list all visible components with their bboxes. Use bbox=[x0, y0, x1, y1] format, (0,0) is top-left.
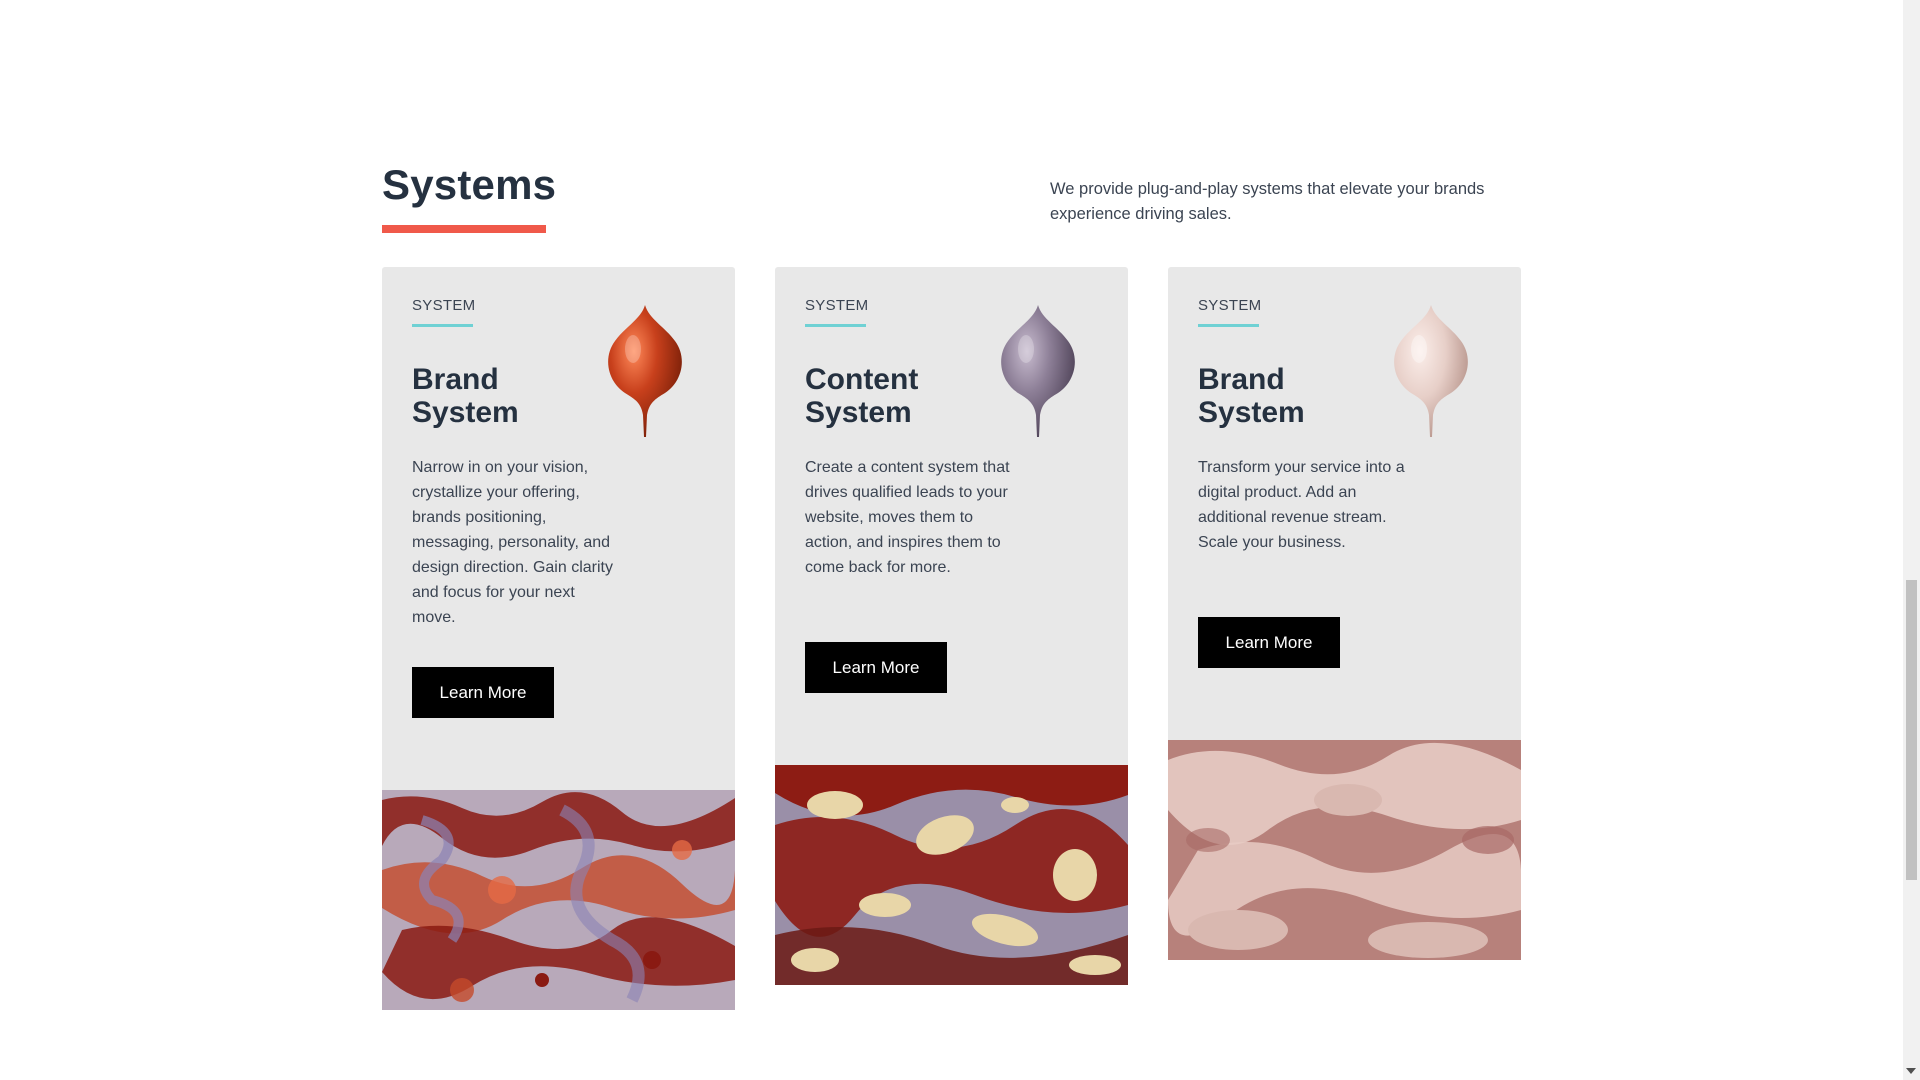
page-scrollbar[interactable] bbox=[1903, 0, 1920, 1080]
card-image bbox=[775, 765, 1128, 985]
system-card-brand: SYSTEM Brand System Narrow in on your vi… bbox=[382, 267, 735, 1010]
drop-icon bbox=[1001, 305, 1075, 437]
learn-more-button[interactable]: Learn More bbox=[1198, 617, 1340, 668]
eyebrow-underline bbox=[412, 324, 473, 327]
scrollbar-thumb[interactable] bbox=[1906, 580, 1917, 880]
eyebrow-underline bbox=[805, 324, 866, 327]
eyebrow-underline bbox=[1198, 324, 1259, 327]
card-description: Narrow in on your vision, crystallize yo… bbox=[412, 459, 613, 626]
title-underline bbox=[382, 225, 546, 233]
drop-icon bbox=[1394, 305, 1468, 437]
page: Systems We provide plug-and-play systems… bbox=[0, 0, 1920, 1080]
card-eyebrow: SYSTEM bbox=[1198, 297, 1262, 314]
card-image bbox=[1168, 740, 1521, 960]
card-description: Create a content system that drives qual… bbox=[805, 459, 1010, 576]
card-title: Brand System bbox=[412, 363, 519, 429]
card-image bbox=[382, 790, 735, 1010]
learn-more-button[interactable]: Learn More bbox=[805, 642, 947, 693]
system-card-brand-2: SYSTEM Brand System Transform your servi… bbox=[1168, 267, 1521, 960]
scroll-down-arrow-icon[interactable] bbox=[1906, 1068, 1916, 1074]
card-title: Content System bbox=[805, 363, 919, 429]
section-title: Systems bbox=[382, 161, 557, 208]
card-title: Brand System bbox=[1198, 363, 1305, 429]
card-description: Transform your service into a digital pr… bbox=[1198, 459, 1405, 551]
system-card-content: SYSTEM Content System Create a content s… bbox=[775, 267, 1128, 985]
card-eyebrow: SYSTEM bbox=[805, 297, 869, 314]
card-eyebrow: SYSTEM bbox=[412, 297, 476, 314]
learn-more-button[interactable]: Learn More bbox=[412, 667, 554, 718]
drop-icon bbox=[608, 305, 682, 437]
section-intro: We provide plug-and-play systems that el… bbox=[1050, 180, 1485, 223]
